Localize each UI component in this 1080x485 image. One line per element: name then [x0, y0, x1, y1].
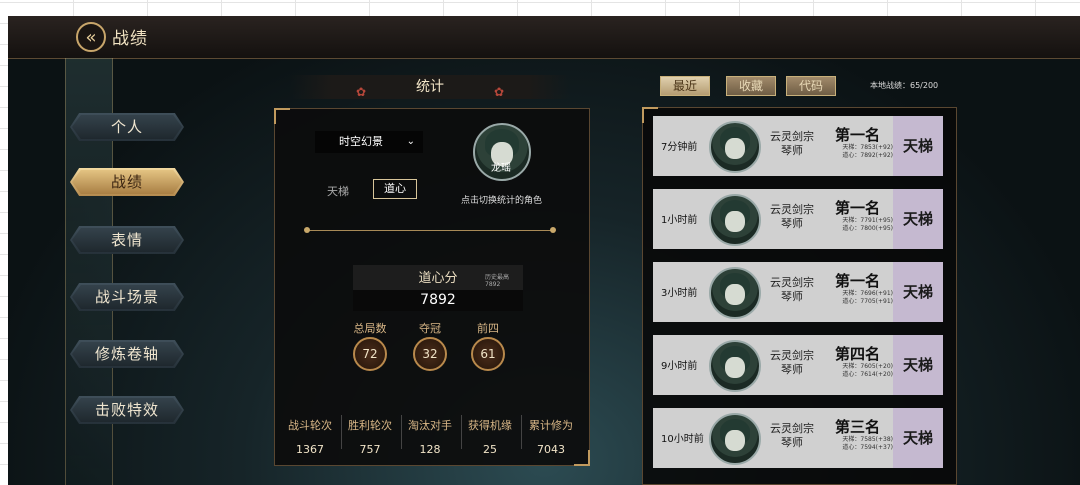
record-avatar — [709, 413, 761, 465]
game-window: « 战绩 个人 战绩 表情 战斗场景 修炼卷轴 击败特效 ✿ 统计 ✿ 时空幻景… — [8, 16, 1080, 485]
top-four-label: 前四 — [477, 322, 499, 335]
menu-item-battle-scene[interactable]: 战斗场景 — [70, 283, 184, 311]
flower-ornament-icon: ✿ — [356, 85, 367, 99]
stat-opportunities: 获得机缘 25 — [468, 419, 512, 456]
divider — [304, 227, 556, 233]
switch-character-hint: 点击切换统计的角色 — [461, 196, 543, 206]
history-record[interactable]: 7分钟前 云灵剑宗 琴师 第一名 天梯：7853(+92) 道心：7892(+92)… — [653, 116, 943, 176]
double-arrow-left-icon[interactable]: « — [76, 22, 106, 52]
mode-dropdown[interactable]: 时空幻景 ⌄ — [315, 131, 423, 153]
stat-cultivation: 累计修为 7043 — [529, 419, 573, 456]
menu-item-records[interactable]: 战绩 — [70, 168, 184, 196]
stat-battle-rounds: 战斗轮次 1367 — [288, 419, 332, 456]
score-value: 7892 — [353, 290, 523, 311]
local-record-count: 本地战绩：65/200 — [870, 81, 939, 90]
wins-value: 32 — [413, 337, 447, 371]
tab-daoxin[interactable]: 道心 — [373, 179, 417, 199]
menu-item-kill-effect[interactable]: 击败特效 — [70, 396, 184, 424]
menu-item-personal[interactable]: 个人 — [70, 113, 184, 141]
menu-item-scroll[interactable]: 修炼卷轴 — [70, 340, 184, 368]
character-name: 龙瑶 — [491, 163, 511, 174]
stat-win-rounds: 胜利轮次 757 — [348, 419, 392, 456]
stats-header: ✿ 统计 ✿ — [290, 75, 570, 99]
tab-ladder[interactable]: 天梯 — [327, 183, 349, 199]
history-record[interactable]: 3小时前 云灵剑宗 琴师 第一名 天梯：7696(+91) 道心：7705(+91)… — [653, 262, 943, 322]
record-avatar — [709, 121, 761, 173]
chevron-down-icon: ⌄ — [406, 136, 415, 147]
menu-item-emotes[interactable]: 表情 — [70, 226, 184, 254]
total-games-value: 72 — [353, 337, 387, 371]
record-avatar — [709, 340, 761, 392]
stats-panel: 时空幻景 ⌄ 龙瑶 点击切换统计的角色 天梯 道心 道心分 历史最高7892 7… — [274, 108, 590, 466]
record-avatar — [709, 267, 761, 319]
flower-ornament-icon: ✿ — [493, 85, 504, 99]
tab-favorites[interactable]: 收藏 — [726, 76, 776, 96]
stat-eliminated: 淘汰对手 128 — [408, 419, 452, 456]
top-four-value: 61 — [471, 337, 505, 371]
history-panel: 7分钟前 云灵剑宗 琴师 第一名 天梯：7853(+92) 道心：7892(+92)… — [642, 107, 957, 485]
history-record[interactable]: 9小时前 云灵剑宗 琴师 第四名 天梯：7605(+20) 道心：7614(+20)… — [653, 335, 943, 395]
record-avatar — [709, 194, 761, 246]
page-title: 战绩 — [112, 29, 148, 49]
top-bar: « 战绩 — [8, 16, 1080, 59]
history-record[interactable]: 10小时前 云灵剑宗 琴师 第三名 天梯：7585(+38) 道心：7594(+37… — [653, 408, 943, 468]
score-best: 历史最高7892 — [485, 274, 510, 288]
tab-code[interactable]: 代码 — [786, 76, 836, 96]
panel-corner — [274, 108, 290, 124]
history-record[interactable]: 1小时前 云灵剑宗 琴师 第一名 天梯：7791(+95) 道心：7800(+95)… — [653, 189, 943, 249]
total-games-label: 总局数 — [353, 322, 387, 335]
wins-label: 夺冠 — [419, 322, 441, 335]
score-box: 道心分 历史最高7892 7892 — [353, 265, 523, 311]
tab-recent[interactable]: 最近 — [660, 76, 710, 96]
